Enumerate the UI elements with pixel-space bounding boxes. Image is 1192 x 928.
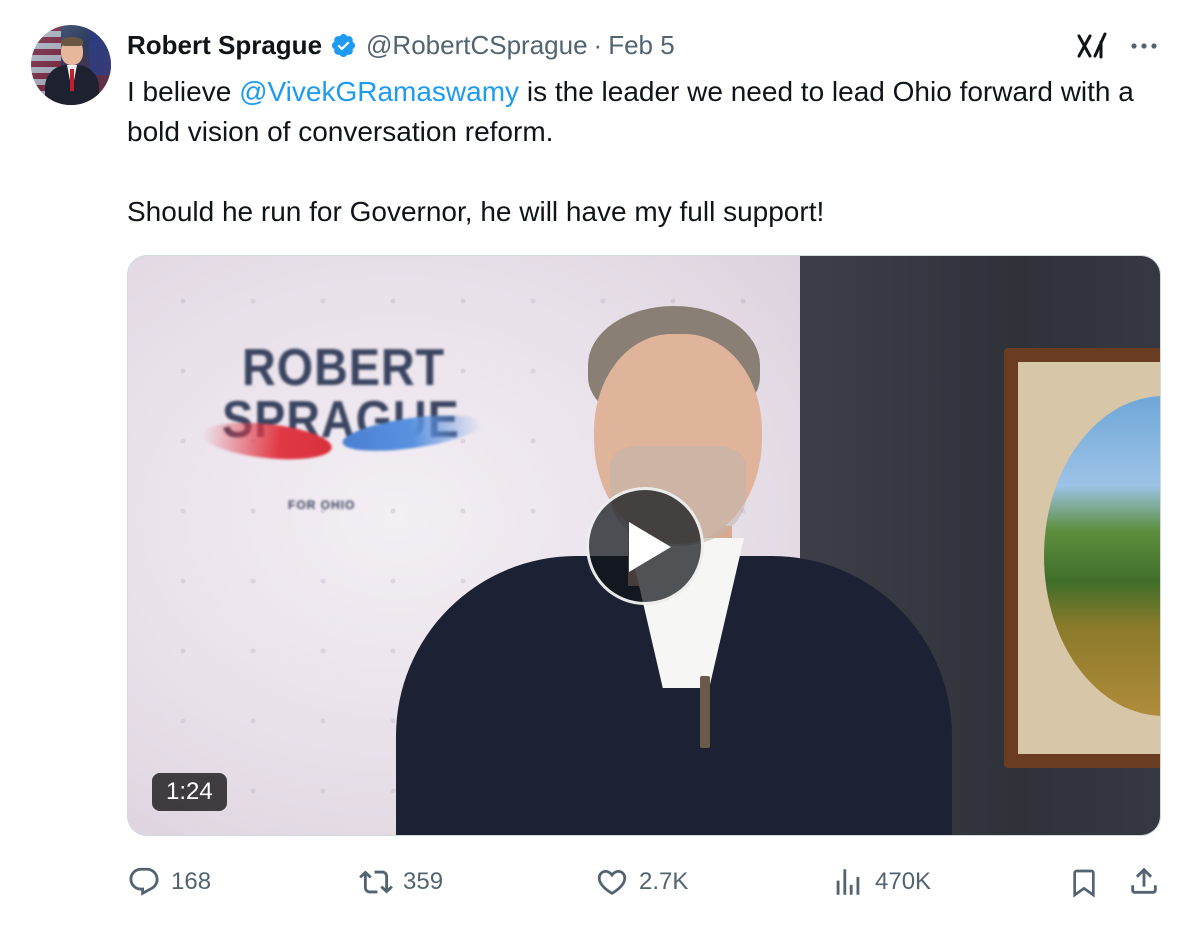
- separator-dot: ·: [593, 29, 603, 60]
- play-button[interactable]: [586, 487, 704, 605]
- tweet-text: I believe @VivekGRamaswamy is the leader…: [127, 72, 1167, 232]
- reply-icon: [129, 867, 159, 896]
- avatar-flag-field: [89, 25, 111, 75]
- tweet[interactable]: Robert Sprague @RobertCSprague · Feb 5 I…: [0, 0, 1192, 928]
- avatar-tie: [70, 69, 74, 91]
- author-name[interactable]: Robert Sprague: [127, 30, 322, 61]
- reply-button[interactable]: 168: [127, 862, 211, 902]
- banner-subtitle: FOR OHIO: [288, 498, 356, 512]
- play-icon: [629, 522, 671, 572]
- more-icon[interactable]: [1127, 34, 1161, 58]
- sweater-zipper: [700, 676, 710, 748]
- video-player[interactable]: ROBERT SPRAGUE FOR OHIO 1:24: [127, 255, 1161, 836]
- avatar[interactable]: [31, 25, 111, 105]
- like-icon: [597, 869, 627, 895]
- like-button[interactable]: 2.7K: [595, 862, 688, 902]
- reply-count: 168: [171, 868, 212, 895]
- action-bar: 168 359 2.7K 470K: [127, 862, 1167, 902]
- repost-button[interactable]: 359: [359, 862, 443, 902]
- author-handle[interactable]: @RobertCSprague: [366, 30, 588, 61]
- tweet-text-prefix: I believe: [127, 76, 240, 107]
- campaign-banner: ROBERT SPRAGUE FOR OHIO: [200, 338, 502, 518]
- tweet-paragraph-2: Should he run for Governor, he will have…: [127, 196, 825, 227]
- share-icon[interactable]: [1127, 864, 1161, 898]
- grok-icon[interactable]: [1075, 30, 1109, 62]
- bookmark-icon[interactable]: [1068, 866, 1100, 900]
- tweet-paragraph-1: I believe @VivekGRamaswamy is the leader…: [127, 72, 1167, 152]
- mention-link[interactable]: @VivekGRamaswamy: [239, 76, 519, 107]
- verified-icon[interactable]: [330, 32, 357, 59]
- views-button[interactable]: 470K: [831, 862, 931, 902]
- video-duration: 1:24: [152, 773, 227, 811]
- repost-icon: [359, 870, 393, 894]
- tweet-date[interactable]: Feb 5: [608, 30, 675, 61]
- banner-line-1: ROBERT: [242, 339, 446, 397]
- tweet-header: Robert Sprague @RobertCSprague · Feb 5: [127, 28, 675, 62]
- avatar-hair: [61, 37, 83, 46]
- like-count: 2.7K: [639, 868, 689, 895]
- views-count: 470K: [875, 868, 932, 895]
- views-icon: [836, 869, 860, 895]
- repost-count: 359: [403, 868, 444, 895]
